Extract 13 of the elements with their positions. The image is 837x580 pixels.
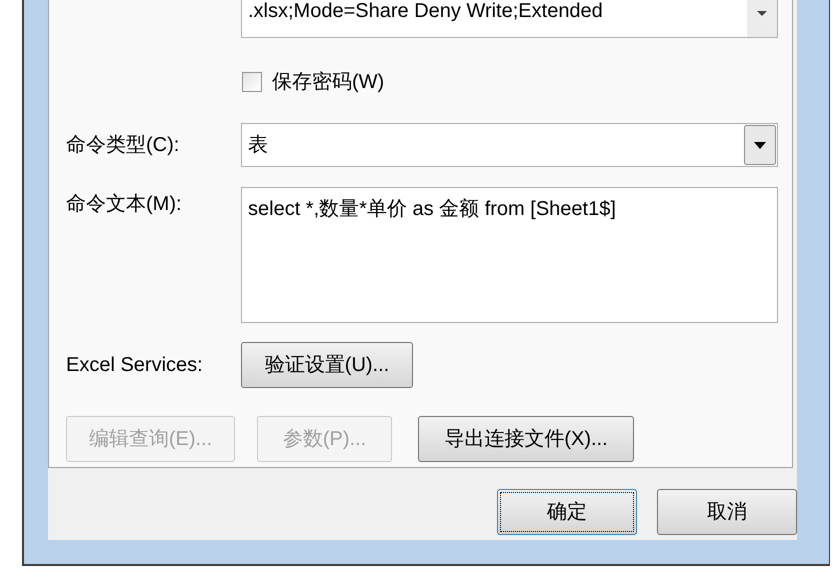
command-type-dropdown[interactable]: 表 (241, 123, 778, 167)
save-password-checkbox[interactable] (242, 72, 262, 92)
command-type-label: 命令类型(C): (66, 133, 180, 158)
scroll-down-icon[interactable] (756, 10, 768, 17)
ok-button[interactable]: 确定 (497, 489, 637, 535)
cancel-button[interactable]: 取消 (657, 489, 797, 535)
authentication-settings-button[interactable]: 验证设置(U)... (241, 342, 413, 388)
save-password-label: 保存密码(W) (272, 70, 384, 95)
command-text-label: 命令文本(M): (66, 192, 183, 217)
connection-string-text: .xlsx;Mode=Share Deny Write;Extended (247, 0, 604, 24)
excel-services-label: Excel Services: (66, 353, 204, 378)
export-connection-button[interactable]: 导出连接文件(X)... (418, 416, 634, 462)
command-text-field[interactable]: select *,数量*单价 as 金额 from [Sheet1$] (241, 187, 778, 323)
